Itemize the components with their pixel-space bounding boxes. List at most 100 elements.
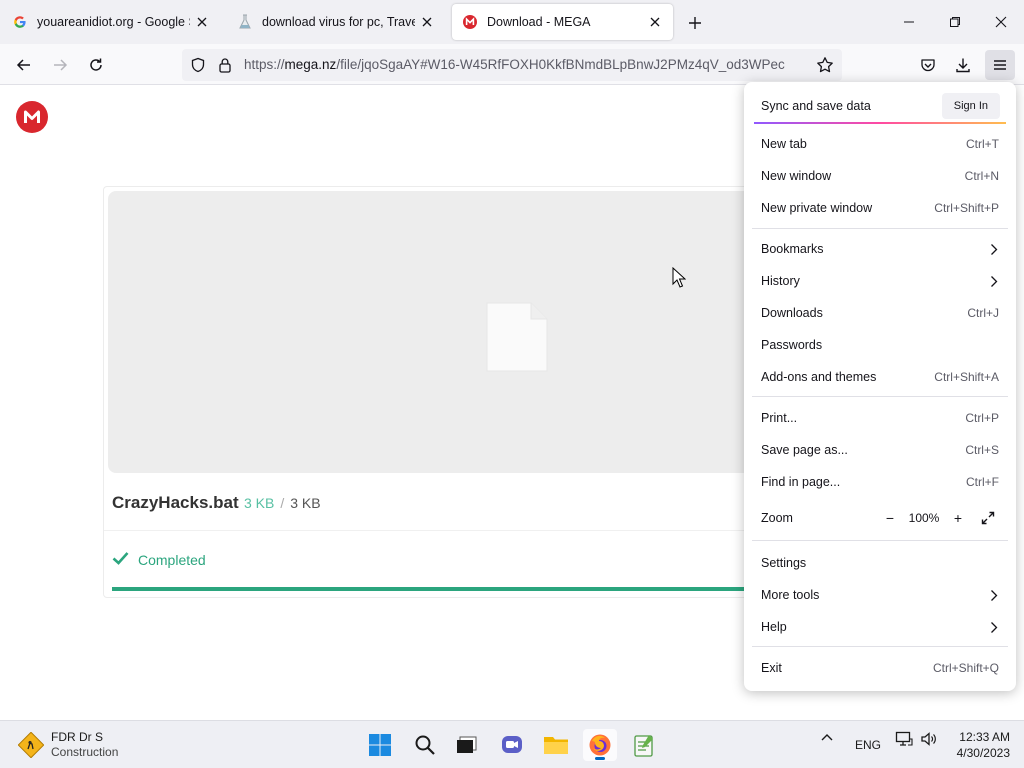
forward-arrow-icon bbox=[54, 59, 68, 71]
tab-travelsearch[interactable]: download virus for pc, Travelsearch bbox=[227, 4, 445, 40]
menu-shortcut: Ctrl+S bbox=[965, 443, 999, 457]
mega-logo[interactable] bbox=[16, 101, 48, 133]
windows-taskbar: FDR Dr S Construction ENG 12:33 AM 4/30/… bbox=[0, 720, 1024, 768]
url-text[interactable]: https://mega.nz/file/jqoSgaAY#W16-W45RfF… bbox=[244, 57, 804, 72]
menu-label: More tools bbox=[761, 588, 820, 602]
menu-item-addons-themes[interactable]: Add-ons and themes Ctrl+Shift+A bbox=[752, 362, 1008, 392]
minimize-button[interactable] bbox=[894, 8, 924, 36]
divider bbox=[104, 530, 804, 531]
menu-item-print[interactable]: Print... Ctrl+P bbox=[752, 403, 1008, 433]
sign-in-button[interactable]: Sign In bbox=[941, 93, 1000, 119]
url-bar[interactable]: https://mega.nz/file/jqoSgaAY#W16-W45RfF… bbox=[182, 49, 842, 81]
tracking-protection-icon[interactable] bbox=[190, 57, 206, 76]
close-tab-icon[interactable] bbox=[194, 14, 210, 30]
menu-shortcut: Ctrl+Shift+Q bbox=[932, 661, 999, 675]
close-tab-icon[interactable] bbox=[647, 14, 663, 30]
back-button[interactable] bbox=[9, 50, 39, 80]
menu-item-help[interactable]: Help bbox=[752, 612, 1008, 642]
mega-logo-icon bbox=[24, 110, 40, 123]
menu-item-zoom: Zoom − 100% + bbox=[752, 503, 1008, 533]
bookmark-star-icon[interactable] bbox=[816, 56, 834, 77]
forward-button[interactable] bbox=[45, 50, 75, 80]
reload-button[interactable] bbox=[81, 50, 111, 80]
show-hidden-icons-button[interactable] bbox=[820, 731, 834, 748]
lock-icon[interactable] bbox=[218, 57, 232, 76]
zoom-out-button[interactable]: − bbox=[879, 507, 901, 529]
zoom-in-button[interactable]: + bbox=[947, 507, 969, 529]
menu-item-history[interactable]: History bbox=[752, 266, 1008, 296]
firefox-icon bbox=[589, 734, 611, 756]
menu-item-save-page[interactable]: Save page as... Ctrl+S bbox=[752, 435, 1008, 465]
fullscreen-icon[interactable] bbox=[977, 507, 999, 529]
close-icon bbox=[995, 16, 1007, 28]
download-progress-bar bbox=[112, 587, 802, 591]
menu-label: Print... bbox=[761, 411, 798, 425]
size-separator: / bbox=[280, 495, 285, 511]
menu-item-bookmarks[interactable]: Bookmarks bbox=[752, 234, 1008, 264]
task-view-icon bbox=[457, 736, 477, 753]
close-tab-icon[interactable] bbox=[419, 14, 435, 30]
download-icon bbox=[956, 58, 970, 73]
search-button[interactable] bbox=[408, 729, 442, 761]
chat-button[interactable] bbox=[495, 729, 529, 761]
flask-icon bbox=[237, 14, 253, 30]
maximize-button[interactable] bbox=[940, 8, 970, 36]
pocket-button[interactable] bbox=[913, 50, 943, 80]
network-icon[interactable] bbox=[895, 731, 913, 750]
windows-start-icon bbox=[369, 734, 391, 756]
menu-item-find-in-page[interactable]: Find in page... Ctrl+F bbox=[752, 467, 1008, 497]
menu-label: Exit bbox=[761, 661, 782, 675]
file-explorer-button[interactable] bbox=[539, 729, 573, 761]
sync-row[interactable]: Sync and save data Sign In bbox=[752, 89, 1008, 123]
start-button[interactable] bbox=[363, 729, 397, 761]
file-name: CrazyHacks.bat bbox=[112, 493, 239, 512]
file-preview bbox=[108, 191, 800, 473]
chevron-up-icon bbox=[821, 734, 833, 741]
chat-icon bbox=[502, 736, 522, 753]
menu-item-settings[interactable]: Settings bbox=[752, 548, 1008, 578]
menu-item-new-private-window[interactable]: New private window Ctrl+Shift+P bbox=[752, 193, 1008, 223]
language-indicator[interactable]: ENG bbox=[855, 738, 881, 752]
reload-icon bbox=[90, 58, 102, 71]
menu-shortcut: Ctrl+F bbox=[966, 475, 999, 489]
downloads-button[interactable] bbox=[948, 50, 978, 80]
close-window-button[interactable] bbox=[986, 8, 1016, 36]
url-path: /file/jqoSgaAY#W16-W45RfFOXH0KkfBNmdBLpB… bbox=[336, 57, 785, 72]
tab-title: download virus for pc, Travelsearch bbox=[262, 15, 415, 29]
zoom-level[interactable]: 100% bbox=[901, 511, 947, 525]
firefox-button[interactable] bbox=[583, 729, 617, 761]
weather-widget[interactable]: FDR Dr S Construction bbox=[18, 730, 118, 760]
sync-accent-line bbox=[754, 122, 1006, 124]
navigation-toolbar: https://mega.nz/file/jqoSgaAY#W16-W45RfF… bbox=[0, 44, 1024, 85]
menu-shortcut: Ctrl+P bbox=[965, 411, 999, 425]
clock-date: 4/30/2023 bbox=[956, 746, 1010, 760]
notepad-button[interactable] bbox=[627, 729, 661, 761]
plus-icon bbox=[689, 17, 701, 29]
app-menu-button[interactable] bbox=[985, 50, 1015, 80]
zoom-controls: − 100% + bbox=[879, 507, 999, 529]
pocket-icon bbox=[921, 59, 935, 72]
menu-label: Passwords bbox=[761, 338, 823, 352]
menu-item-exit[interactable]: Exit Ctrl+Shift+Q bbox=[752, 653, 1008, 683]
menu-item-passwords[interactable]: Passwords bbox=[752, 330, 1008, 360]
menu-label: Settings bbox=[761, 556, 807, 570]
minimize-icon bbox=[904, 21, 914, 23]
menu-item-more-tools[interactable]: More tools bbox=[752, 580, 1008, 610]
active-app-indicator bbox=[595, 757, 605, 760]
volume-icon[interactable] bbox=[920, 731, 938, 750]
tab-google-search[interactable]: youareanidiot.org - Google Search bbox=[2, 4, 220, 40]
menu-item-new-tab[interactable]: New tab Ctrl+T bbox=[752, 129, 1008, 159]
menu-shortcut: Ctrl+T bbox=[966, 137, 999, 151]
task-view-button[interactable] bbox=[450, 729, 484, 761]
new-tab-button[interactable] bbox=[683, 11, 707, 35]
tab-strip: youareanidiot.org - Google Search downlo… bbox=[0, 0, 1024, 44]
folder-icon bbox=[544, 737, 568, 754]
tab-mega-download[interactable]: Download - MEGA bbox=[452, 4, 673, 40]
menu-label: Save page as... bbox=[761, 443, 848, 457]
menu-item-downloads[interactable]: Downloads Ctrl+J bbox=[752, 298, 1008, 328]
menu-item-new-window[interactable]: New window Ctrl+N bbox=[752, 161, 1008, 191]
url-host: mega.nz bbox=[284, 57, 337, 72]
system-clock[interactable]: 12:33 AM 4/30/2023 bbox=[957, 729, 1010, 761]
menu-label: Zoom bbox=[761, 511, 793, 525]
checkmark-icon bbox=[112, 551, 129, 568]
